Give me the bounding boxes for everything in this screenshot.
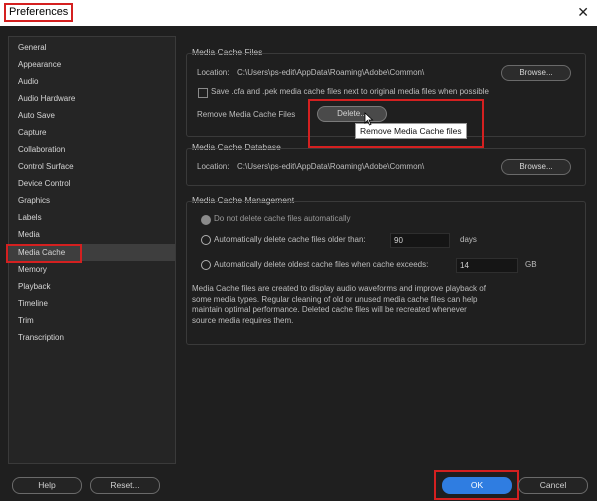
files-browse-button[interactable]: Browse... <box>501 65 571 81</box>
sidebar-item-auto-save[interactable]: Auto Save <box>9 107 175 124</box>
delete-older-label: Automatically delete cache files older t… <box>214 235 366 244</box>
files-location-label: Location: <box>197 68 230 77</box>
close-icon[interactable]: ✕ <box>577 4 589 20</box>
media-cache-panel: Media Cache Files Location: C:\Users\ps-… <box>180 36 592 462</box>
sidebar-item-general[interactable]: General <box>9 39 175 56</box>
no-auto-delete-radio[interactable] <box>201 215 211 225</box>
highlight-box <box>434 470 519 500</box>
days-unit: days <box>460 235 477 244</box>
help-button[interactable]: Help <box>12 477 82 494</box>
sidebar-item-audio-hardware[interactable]: Audio Hardware <box>9 90 175 107</box>
sidebar-item-timeline[interactable]: Timeline <box>9 295 175 312</box>
size-limit-unit: GB <box>525 260 537 269</box>
sidebar-item-transcription[interactable]: Transcription <box>9 329 175 346</box>
database-location-label: Location: <box>197 162 230 171</box>
sidebar: General Appearance Audio Audio Hardware … <box>6 36 176 464</box>
sidebar-item-media-cache[interactable]: Media Cache <box>6 244 175 263</box>
remove-cache-label: Remove Media Cache Files <box>197 110 296 119</box>
media-cache-description: Media Cache files are created to display… <box>192 284 486 325</box>
sidebar-item-media[interactable]: Media <box>9 226 175 243</box>
delete-older-radio[interactable] <box>201 235 211 245</box>
preferences-dialog: Preferences ✕ General Appearance Audio A… <box>0 0 597 501</box>
files-location-value: C:\Users\ps-edit\AppData\Roaming\Adobe\C… <box>237 68 425 77</box>
sidebar-item-labels[interactable]: Labels <box>9 209 175 226</box>
database-browse-button[interactable]: Browse... <box>501 159 571 175</box>
sidebar-item-memory[interactable]: Memory <box>9 261 175 278</box>
delete-exceeds-radio[interactable] <box>201 260 211 270</box>
delete-exceeds-label: Automatically delete oldest cache files … <box>214 260 429 269</box>
save-cache-checkbox-label: Save .cfa and .pek media cache files nex… <box>211 87 489 96</box>
days-input[interactable]: 90 <box>390 233 450 248</box>
database-location-value: C:\Users\ps-edit\AppData\Roaming\Adobe\C… <box>237 162 425 171</box>
sidebar-item-device-control[interactable]: Device Control <box>9 175 175 192</box>
cancel-button[interactable]: Cancel <box>518 477 588 494</box>
no-auto-delete-label: Do not delete cache files automatically <box>214 214 351 223</box>
sidebar-item-trim[interactable]: Trim <box>9 312 175 329</box>
title-bar: Preferences ✕ <box>0 0 597 26</box>
sidebar-item-audio[interactable]: Audio <box>9 73 175 90</box>
window-title: Preferences <box>4 3 74 22</box>
sidebar-item-control-surface[interactable]: Control Surface <box>9 158 175 175</box>
sidebar-item-playback[interactable]: Playback <box>9 278 175 295</box>
size-limit-input[interactable]: 14 <box>456 258 518 273</box>
reset-button[interactable]: Reset... <box>90 477 160 494</box>
save-cache-checkbox[interactable] <box>198 88 208 98</box>
sidebar-item-capture[interactable]: Capture <box>9 124 175 141</box>
sidebar-item-appearance[interactable]: Appearance <box>9 56 175 73</box>
sidebar-item-collaboration[interactable]: Collaboration <box>9 141 175 158</box>
mouse-cursor-icon <box>364 112 374 126</box>
sidebar-item-graphics[interactable]: Graphics <box>9 192 175 209</box>
